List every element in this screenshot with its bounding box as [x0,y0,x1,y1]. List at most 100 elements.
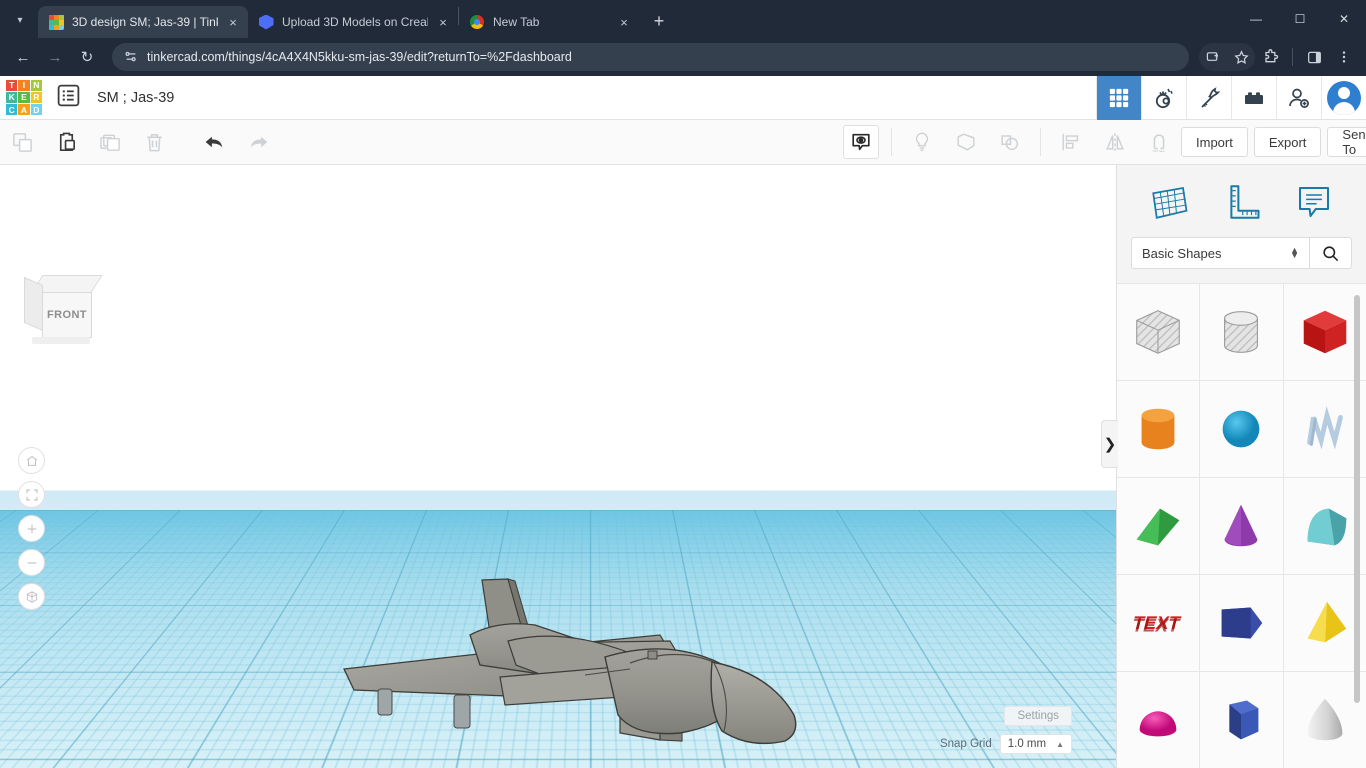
chevron-updown-icon: ▲ ▼ [1290,245,1299,260]
paste-button[interactable] [44,120,88,165]
invite-user-icon[interactable] [1276,75,1321,120]
extensions-puzzle-icon[interactable] [1257,43,1285,71]
window-controls: — ☐ ✕ [1234,0,1366,38]
zoom-out-button[interactable] [18,549,45,576]
snap-grid-select[interactable]: 1.0 mm ▲ [999,734,1072,754]
side-panel-icon[interactable] [1300,43,1328,71]
3d-canvas[interactable]: FRONT Settings Snap Grid 1.0 mm ▲ [0,165,1116,768]
toolbar-divider [1292,48,1293,66]
view-controls [18,447,45,610]
designs-grid-icon[interactable] [1096,75,1141,120]
forward-icon[interactable]: → [40,42,70,72]
export-button[interactable]: Export [1253,127,1322,157]
zoom-in-button[interactable] [18,515,45,542]
perspective-toggle-button[interactable] [18,583,45,610]
shape-category-row: Basic Shapes ▲ ▼ [1117,233,1366,283]
logo-tile: E [18,91,30,104]
redo-button[interactable] [236,120,280,165]
send-to-button[interactable]: Send To [1327,127,1366,157]
shape-cylinder-orange[interactable] [1117,381,1200,477]
shape-text[interactable]: TEXT TEXT [1117,575,1200,671]
tab-new-tab[interactable]: New Tab × [459,6,639,38]
shape-pentagon-prism-blue[interactable] [1200,575,1283,671]
tab-title: New Tab [493,15,540,29]
shapes-grid: TEXT TEXT [1117,283,1366,768]
shapes-scrollbar-thumb[interactable] [1354,295,1360,703]
align-button[interactable] [1049,120,1093,165]
shapes-scroll-area[interactable]: TEXT TEXT [1117,283,1366,768]
shape-category-select[interactable]: Basic Shapes ▲ ▼ [1131,237,1310,269]
view-cube-shadow [32,337,90,344]
editor-body: FRONT Settings Snap Grid 1.0 mm ▲ ❯ Basi… [0,165,1366,768]
close-icon[interactable]: × [436,16,450,29]
tab-search-button[interactable]: ▾ [6,6,34,34]
edit-tools-group [0,120,176,165]
view-cube[interactable]: FRONT [22,275,103,347]
shape-roof-green[interactable] [1117,478,1200,574]
shape-cylinder-hole[interactable] [1200,284,1283,380]
search-icon[interactable] [1310,237,1352,269]
import-button[interactable]: Import [1181,127,1248,157]
circuits-icon[interactable] [1141,75,1186,120]
panel-actions: Import Export Send To [1181,127,1366,157]
minimize-button[interactable]: — [1234,0,1278,38]
design-list-icon[interactable] [56,83,81,113]
close-window-button[interactable]: ✕ [1322,0,1366,38]
back-icon[interactable]: ← [8,42,38,72]
address-bar[interactable]: tinkercad.com/things/4cA4X4N5kku-sm-jas-… [112,43,1189,71]
tinkercad-logo-icon[interactable]: T I N K E R C A D [6,79,42,116]
view-cube-side[interactable] [24,276,43,331]
tab-creality[interactable]: Upload 3D Models on Creality × [248,6,458,38]
shape-cone-purple[interactable] [1200,478,1283,574]
shape-sphere-blue[interactable] [1200,381,1283,477]
note-button[interactable] [900,120,944,165]
home-view-button[interactable] [18,447,45,474]
avatar[interactable] [1321,75,1366,120]
logo-tile: C [6,104,18,116]
undo-button[interactable] [192,120,236,165]
workplane-grid-icon[interactable] [1146,179,1192,225]
logo-tile: N [30,79,42,91]
tab-tinkercad[interactable]: 3D design SM; Jas-39 | Tinkerc × [38,6,248,38]
settings-button[interactable]: Settings [1004,706,1072,726]
shape-hexagon-prism-blue[interactable] [1200,672,1283,768]
chrome-icon [469,14,485,30]
show-hide-button[interactable] [839,120,883,165]
codeblocks-icon[interactable] [1186,75,1231,120]
maximize-button[interactable]: ☐ [1278,0,1322,38]
logo-tile: I [18,79,30,91]
close-icon[interactable]: × [617,16,631,29]
share-screen-icon[interactable] [1199,43,1227,71]
canvas-footer: Settings Snap Grid 1.0 mm ▲ [940,706,1072,754]
panel-collapse-button[interactable]: ❯ [1101,420,1118,468]
browser-window: ▾ 3D design SM; Jas-39 | Tinkerc × Uploa… [0,0,1366,768]
site-info-icon[interactable] [124,50,138,64]
ruler-icon[interactable] [1218,179,1264,225]
jas-39-fighter-jet-model[interactable] [330,565,850,768]
snap-grid-label: Snap Grid [939,738,992,750]
lessons-brick-icon[interactable] [1231,75,1276,120]
copy-button[interactable] [0,120,44,165]
browser-toolbar: ← → ↻ tinkercad.com/things/4cA4X4N5kku-s… [0,38,1366,76]
shape-half-sphere-magenta[interactable] [1117,672,1200,768]
logo-tile: A [18,104,30,116]
bookmark-star-icon[interactable] [1227,43,1255,71]
ungroup-button[interactable] [988,120,1032,165]
chrome-menu-icon[interactable] [1330,43,1358,71]
mirror-button[interactable] [1093,120,1137,165]
delete-button[interactable] [132,120,176,165]
close-icon[interactable]: × [226,16,240,29]
new-tab-button[interactable]: + [645,7,673,35]
shapes-scrollbar-track[interactable] [1354,289,1363,762]
snap-grid-row: Snap Grid 1.0 mm ▲ [940,734,1072,754]
view-cube-front[interactable]: FRONT [42,292,92,338]
tinkercad-icon [48,14,64,30]
magnet-button[interactable] [1137,120,1181,165]
reload-icon[interactable]: ↻ [72,42,102,72]
shape-box-hole[interactable] [1117,284,1200,380]
note-bubble-icon[interactable] [1291,179,1337,225]
duplicate-button[interactable] [88,120,132,165]
logo-tile: R [30,91,42,104]
group-button[interactable] [944,120,988,165]
fit-to-view-button[interactable] [18,481,45,508]
